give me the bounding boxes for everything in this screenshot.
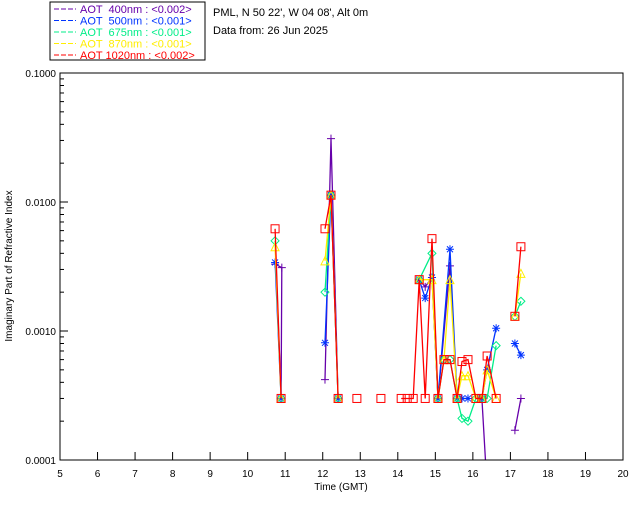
x-tick-label: 14: [392, 469, 404, 480]
plus-marker: [510, 426, 519, 435]
series-3: [270, 190, 526, 403]
legend-entry: AOT 400nm : <0.002>: [80, 4, 192, 16]
square-marker: [352, 393, 362, 403]
plus-marker: [277, 263, 286, 272]
y-tick-label: 0.0100: [25, 198, 56, 209]
x-tick-label: 15: [430, 469, 442, 480]
x-tick-label: 9: [207, 469, 213, 480]
series-0: [271, 134, 525, 493]
x-tick-label: 20: [617, 469, 629, 480]
asterisk-marker: [516, 351, 525, 360]
x-tick-label: 10: [242, 469, 254, 480]
x-tick-label: 5: [57, 469, 63, 480]
series-line: [274, 195, 522, 400]
legend-entry: AOT 500nm : <0.001>: [80, 16, 192, 28]
x-axis-label: Time (GMT): [314, 482, 368, 493]
legend-entry: AOT 1020nm : <0.002>: [80, 50, 195, 62]
x-tick-label: 7: [132, 469, 138, 480]
x-tick-label: 6: [95, 469, 101, 480]
asterisk-marker: [421, 294, 430, 303]
diamond-marker: [516, 296, 526, 306]
asterisk-marker: [510, 339, 519, 348]
series-line: [274, 195, 522, 400]
x-tick-label: 11: [280, 469, 291, 480]
y-axis-label: Imaginary Part of Refractive Index: [4, 190, 15, 341]
x-tick-label: 16: [467, 469, 479, 480]
x-tick-label: 12: [317, 469, 329, 480]
legend-entry: AOT 870nm : <0.001>: [80, 39, 192, 51]
plus-marker: [320, 375, 329, 384]
chart: AOT 400nm : <0.002>AOT 500nm : <0.001>AO…: [4, 1, 629, 493]
x-tick-label: 13: [355, 469, 367, 480]
x-tick-label: 18: [542, 469, 554, 480]
asterisk-marker: [463, 394, 472, 403]
date-text: Data from: 26 Jun 2025: [213, 25, 328, 37]
series-2: [270, 190, 526, 426]
y-tick-label: 0.0001: [25, 456, 56, 467]
x-tick-label: 17: [505, 469, 517, 480]
plus-marker: [326, 134, 335, 143]
asterisk-marker: [492, 324, 501, 333]
asterisk-marker: [445, 245, 454, 254]
plus-marker: [445, 261, 454, 270]
plus-marker: [483, 485, 491, 493]
legend-entry: AOT 675nm : <0.001>: [80, 27, 192, 39]
x-tick-label: 8: [170, 469, 176, 480]
asterisk-marker: [320, 338, 329, 347]
location-text: PML, N 50 22', W 04 08', Alt 0m: [213, 7, 368, 19]
y-tick-label: 0.1000: [25, 69, 56, 80]
series-line: [274, 195, 522, 400]
x-tick-label: 19: [580, 469, 592, 480]
series-layer: [270, 134, 526, 493]
square-marker: [376, 393, 386, 403]
series-line: [274, 138, 522, 460]
plus-marker: [516, 394, 525, 403]
y-tick-label: 0.0010: [25, 327, 56, 338]
